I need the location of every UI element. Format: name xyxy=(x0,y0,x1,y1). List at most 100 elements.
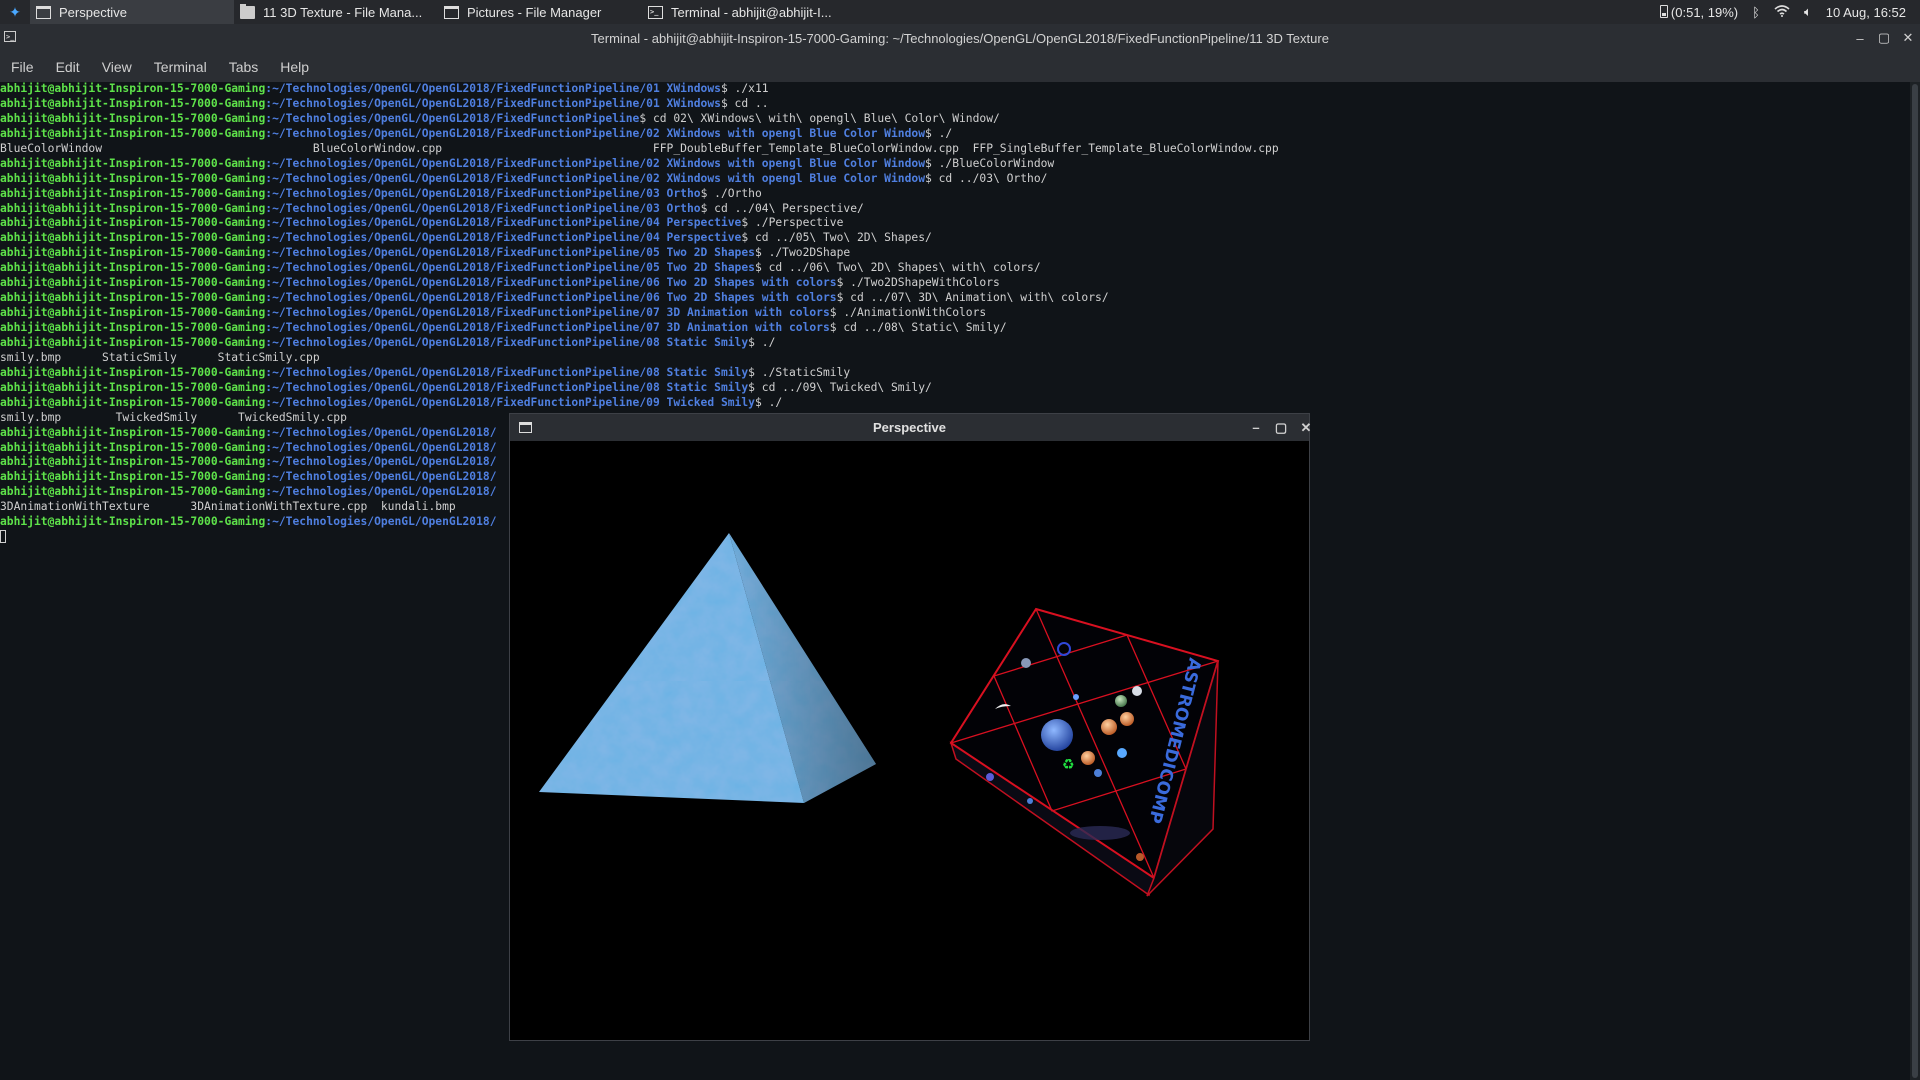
prompt-user: abhijit@abhijit-Inspiron-15-7000-Gaming xyxy=(0,306,266,320)
window-icon xyxy=(444,5,459,19)
task-button[interactable]: >_ Terminal - abhijit@abhijit-I... xyxy=(642,0,846,24)
battery-icon xyxy=(1659,4,1668,18)
maximize-button[interactable]: ▢ xyxy=(1873,24,1895,52)
prompt-path: :~/Technologies/OpenGL/OpenGL2018/FixedF… xyxy=(265,216,742,230)
prompt-path: :~/Technologies/OpenGL/OpenGL2018/FixedF… xyxy=(265,335,749,349)
prompt-path: :~/Technologies/OpenGL/OpenGL2018/FixedF… xyxy=(265,395,755,409)
prompt-path: :~/Technologies/OpenGL/OpenGL2018/ xyxy=(265,425,497,439)
command-text: $ cd ../07\ 3D\ Animation\ with\ colors/ xyxy=(836,291,1109,305)
task-label: Terminal - abhijit@abhijit-I... xyxy=(671,4,832,20)
task-button[interactable]: 11 3D Texture - File Mana... xyxy=(234,0,438,24)
terminal-line: abhijit@abhijit-Inspiron-15-7000-Gaming:… xyxy=(0,202,1910,217)
terminal-line: abhijit@abhijit-Inspiron-15-7000-Gaming:… xyxy=(0,396,1910,411)
command-output: 3DAnimationWithTexture 3DAnimationWithTe… xyxy=(0,500,456,514)
wifi-icon[interactable] xyxy=(1774,4,1790,20)
task-label: Perspective xyxy=(59,4,127,20)
menu-item-tabs[interactable]: Tabs xyxy=(218,59,270,75)
terminal-line: abhijit@abhijit-Inspiron-15-7000-Gaming:… xyxy=(0,97,1910,112)
task-button[interactable]: Perspective xyxy=(30,0,234,24)
command-text: $ ./BlueColorWindow xyxy=(925,156,1055,170)
minimize-button[interactable]: – xyxy=(1849,24,1871,52)
terminal-scrollbar[interactable] xyxy=(1910,82,1920,1080)
menu-item-help[interactable]: Help xyxy=(269,59,320,75)
volume-icon[interactable]: 🔈︎ xyxy=(1804,4,1812,20)
prompt-path: :~/Technologies/OpenGL/OpenGL2018/FixedF… xyxy=(265,291,837,305)
terminal-line: abhijit@abhijit-Inspiron-15-7000-Gaming:… xyxy=(0,366,1910,381)
terminal-line: abhijit@abhijit-Inspiron-15-7000-Gaming:… xyxy=(0,261,1910,276)
prompt-path: :~/Technologies/OpenGL/OpenGL2018/FixedF… xyxy=(265,82,721,95)
folder-icon xyxy=(240,3,255,19)
prompt-path: :~/Technologies/OpenGL/OpenGL2018/FixedF… xyxy=(265,276,837,290)
close-button[interactable]: ✕ xyxy=(1295,414,1317,441)
command-text: $ cd ../09\ Twicked\ Smily/ xyxy=(748,380,932,394)
minimize-button[interactable]: – xyxy=(1245,414,1267,441)
task-label: Pictures - File Manager xyxy=(467,4,602,20)
terminal-line: abhijit@abhijit-Inspiron-15-7000-Gaming:… xyxy=(0,112,1910,127)
textured-cube: ♻ ASTROMEDICOMP xyxy=(949,607,1220,897)
window-icon[interactable] xyxy=(519,422,532,433)
system-tray: (0:51, 19%) ᛒ 🔈︎ 10 Aug, 16:52 xyxy=(1659,0,1920,24)
maximize-button[interactable]: ▢ xyxy=(1270,414,1292,441)
prompt-user: abhijit@abhijit-Inspiron-15-7000-Gaming xyxy=(0,291,266,305)
text-cursor xyxy=(0,530,6,544)
prompt-path: :~/Technologies/OpenGL/OpenGL2018/FixedF… xyxy=(265,186,701,200)
command-output: BlueColorWindow BlueColorWindow.cpp FFP_… xyxy=(0,141,1279,155)
prompt-user: abhijit@abhijit-Inspiron-15-7000-Gaming xyxy=(0,335,266,349)
command-text: $ ./Ortho xyxy=(700,186,762,200)
app-menu-icon[interactable]: ✦ xyxy=(0,4,30,21)
menu-item-terminal[interactable]: Terminal xyxy=(143,59,218,75)
opengl-canvas[interactable]: ♻ ASTROMEDICOMP xyxy=(510,441,1309,1040)
prompt-user: abhijit@abhijit-Inspiron-15-7000-Gaming xyxy=(0,276,266,290)
prompt-path: :~/Technologies/OpenGL/OpenGL2018/ xyxy=(265,515,497,529)
clock[interactable]: 10 Aug, 16:52 xyxy=(1826,5,1906,20)
prompt-user: abhijit@abhijit-Inspiron-15-7000-Gaming xyxy=(0,126,266,140)
prompt-user: abhijit@abhijit-Inspiron-15-7000-Gaming xyxy=(0,111,266,125)
command-text: $ ./ xyxy=(748,335,776,349)
prompt-user: abhijit@abhijit-Inspiron-15-7000-Gaming xyxy=(0,470,266,484)
task-list: Perspective 11 3D Texture - File Mana... P… xyxy=(30,0,846,24)
prompt-path: :~/Technologies/OpenGL/OpenGL2018/FixedF… xyxy=(265,261,755,275)
command-text: $ cd ../04\ Perspective/ xyxy=(700,201,864,215)
prompt-path: :~/Technologies/OpenGL/OpenGL2018/FixedF… xyxy=(265,306,830,320)
prompt-path: :~/Technologies/OpenGL/OpenGL2018/FixedF… xyxy=(265,231,742,245)
task-label: 11 3D Texture - File Mana... xyxy=(263,4,423,20)
menu-item-file[interactable]: File xyxy=(0,59,45,75)
close-button[interactable]: ✕ xyxy=(1897,24,1919,52)
prompt-path: :~/Technologies/OpenGL/OpenGL2018/FixedF… xyxy=(265,126,925,140)
terminal-titlebar[interactable]: >_ Terminal - abhijit@abhijit-Inspiron-1… xyxy=(0,24,1920,52)
perspective-titlebar[interactable]: Perspective – ▢ ✕ xyxy=(510,414,1311,441)
terminal-line: abhijit@abhijit-Inspiron-15-7000-Gaming:… xyxy=(0,231,1910,246)
menu-item-view[interactable]: View xyxy=(91,59,143,75)
prompt-user: abhijit@abhijit-Inspiron-15-7000-Gaming xyxy=(0,515,266,529)
terminal-line: abhijit@abhijit-Inspiron-15-7000-Gaming:… xyxy=(0,216,1910,231)
bluetooth-icon[interactable]: ᛒ xyxy=(1752,5,1760,20)
prompt-user: abhijit@abhijit-Inspiron-15-7000-Gaming xyxy=(0,231,266,245)
command-text: $ cd ../03\ Ortho/ xyxy=(925,171,1048,185)
command-text: $ ./ xyxy=(925,126,953,140)
prompt-path: :~/Technologies/OpenGL/OpenGL2018/FixedF… xyxy=(265,321,830,334)
terminal-line: smily.bmp StaticSmily StaticSmily.cpp xyxy=(0,351,1910,366)
terminal-line: abhijit@abhijit-Inspiron-15-7000-Gaming:… xyxy=(0,82,1910,97)
command-text: $ ./StaticSmily xyxy=(748,365,851,379)
terminal-line: BlueColorWindow BlueColorWindow.cpp FFP_… xyxy=(0,142,1910,157)
terminal-icon[interactable]: >_ xyxy=(4,31,16,42)
task-button[interactable]: Pictures - File Manager xyxy=(438,0,642,24)
terminal-icon: >_ xyxy=(648,5,663,19)
perspective-window[interactable]: Perspective – ▢ ✕ ♻ ASTROMEDICOMP xyxy=(509,413,1311,1041)
command-text: $ cd ../08\ Static\ Smily/ xyxy=(829,321,1007,334)
command-text: $ cd ../05\ Two\ 2D\ Shapes/ xyxy=(741,231,932,245)
terminal-line: abhijit@abhijit-Inspiron-15-7000-Gaming:… xyxy=(0,321,1910,336)
prompt-user: abhijit@abhijit-Inspiron-15-7000-Gaming xyxy=(0,186,266,200)
prompt-user: abhijit@abhijit-Inspiron-15-7000-Gaming xyxy=(0,425,266,439)
top-panel: ✦ Perspective 11 3D Texture - File Mana..… xyxy=(0,0,1920,24)
prompt-user: abhijit@abhijit-Inspiron-15-7000-Gaming xyxy=(0,96,266,110)
prompt-path: :~/Technologies/OpenGL/OpenGL2018/FixedF… xyxy=(265,246,755,260)
terminal-line: abhijit@abhijit-Inspiron-15-7000-Gaming:… xyxy=(0,187,1910,202)
menu-item-edit[interactable]: Edit xyxy=(45,59,91,75)
command-text: $ ./AnimationWithColors xyxy=(829,306,987,320)
command-text: $ cd 02\ XWindows\ with\ opengl\ Blue\ C… xyxy=(639,111,1000,125)
battery-indicator[interactable]: (0:51, 19%) xyxy=(1659,4,1739,20)
terminal-line: abhijit@abhijit-Inspiron-15-7000-Gaming:… xyxy=(0,127,1910,142)
battery-label: (0:51, 19%) xyxy=(1670,4,1739,20)
prompt-user: abhijit@abhijit-Inspiron-15-7000-Gaming xyxy=(0,216,266,230)
